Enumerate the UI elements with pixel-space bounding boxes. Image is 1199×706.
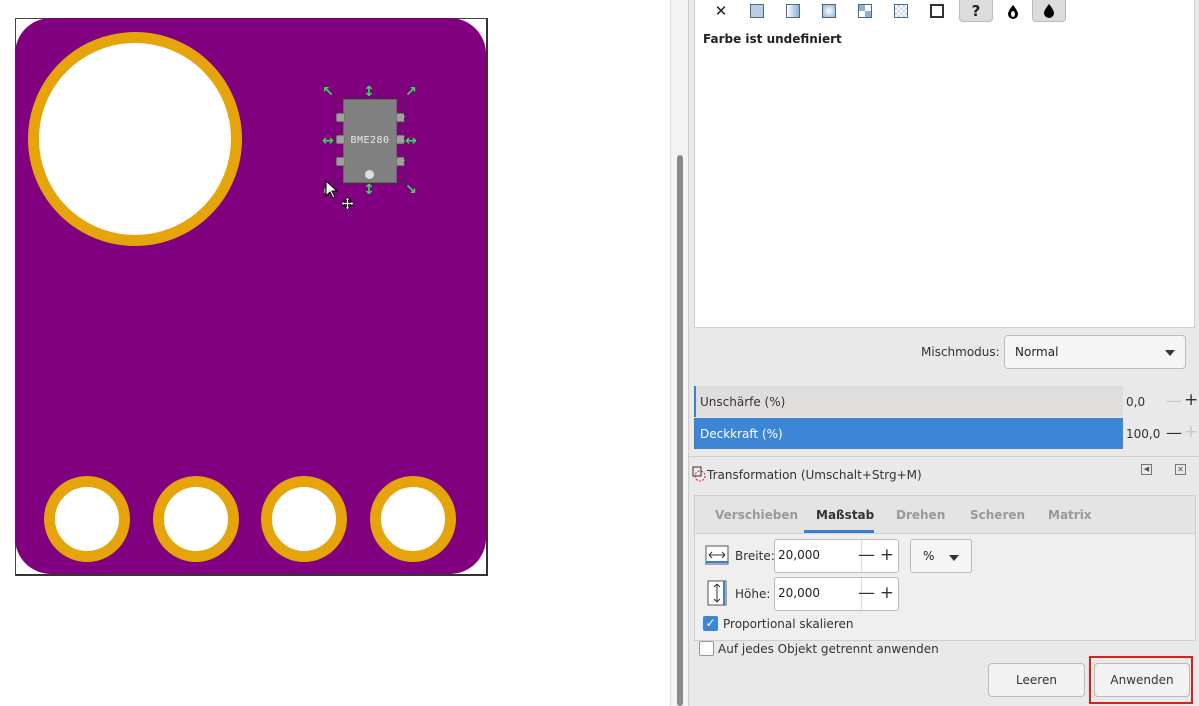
scale-handle-se[interactable]: ↘ <box>404 183 418 197</box>
question-icon: ? <box>971 1 981 20</box>
width-icon <box>705 545 729 565</box>
width-value: 20,000 <box>778 548 820 562</box>
radial-gradient-button[interactable] <box>815 0 843 22</box>
apply-separately-label: Auf jedes Objekt getrennt anwenden <box>718 642 939 656</box>
collapse-dock-icon[interactable]: ◀ <box>1141 464 1152 475</box>
evenodd-drop-icon <box>1008 4 1018 19</box>
dropdown-caret-icon <box>949 555 959 561</box>
opacity-increment-button[interactable]: + <box>1184 422 1198 442</box>
apply-separately-checkbox[interactable] <box>699 641 714 656</box>
height-input[interactable]: 20,000 — + <box>774 577 899 611</box>
active-tab-indicator <box>804 530 874 533</box>
opacity-slider[interactable]: Deckkraft (%) <box>694 418 1123 449</box>
scrollbar-thumb[interactable] <box>677 155 683 706</box>
tab-rotate[interactable]: Drehen <box>896 508 945 522</box>
no-paint-button[interactable]: ✕ <box>707 0 735 22</box>
flat-color-icon <box>750 4 764 18</box>
swatch-icon <box>930 4 944 18</box>
radial-gradient-icon <box>822 4 836 18</box>
fill-rule-nonzero-button[interactable] <box>1032 0 1066 22</box>
close-icon[interactable]: ✕ <box>1175 464 1186 475</box>
pin-pad-2[interactable] <box>153 476 239 562</box>
transform-icon <box>692 466 706 482</box>
width-input[interactable]: 20,000 — + <box>774 539 899 573</box>
linear-gradient-button[interactable] <box>779 0 807 22</box>
proportional-label: Proportional skalieren <box>723 617 854 631</box>
pattern-icon <box>894 4 908 18</box>
width-decrement-button[interactable]: — <box>858 545 875 565</box>
scale-handle-nw[interactable]: ↖ <box>321 85 335 99</box>
unset-paint-button[interactable]: ? <box>959 0 993 22</box>
opacity-decrement-button[interactable]: — <box>1166 423 1182 442</box>
dock-separator <box>689 456 1199 457</box>
transform-tabs: Verschieben Maßstab Drehen Scheren Matri… <box>695 496 1195 534</box>
swatch-button[interactable] <box>923 0 951 22</box>
tab-move[interactable]: Verschieben <box>715 508 798 522</box>
pin-pad-3[interactable] <box>261 476 347 562</box>
selection-bbox <box>335 98 405 184</box>
width-increment-button[interactable]: + <box>880 545 894 565</box>
mesh-gradient-button[interactable] <box>851 0 879 22</box>
proportional-checkbox[interactable]: ✓ <box>703 616 718 631</box>
blur-spinner[interactable]: Unschärfe (%) 0,0 — + <box>694 386 1198 418</box>
mouse-pointer-icon <box>325 180 339 199</box>
pattern-button[interactable] <box>887 0 915 22</box>
scale-handle-w[interactable]: ↔ <box>321 134 335 148</box>
width-label: Breite: <box>735 549 775 563</box>
height-decrement-button[interactable]: — <box>858 583 875 603</box>
tab-skew[interactable]: Scheren <box>970 508 1025 522</box>
scale-handle-n[interactable]: ↕ <box>362 85 376 99</box>
apply-button-highlight <box>1089 656 1193 704</box>
blend-mode-dropdown[interactable]: Normal <box>1004 335 1186 369</box>
move-cursor-icon <box>340 196 355 211</box>
tab-scale[interactable]: Maßstab <box>816 508 874 522</box>
height-value: 20,000 <box>778 586 820 600</box>
mounting-hole[interactable] <box>28 32 242 246</box>
fill-paint-panel: ✕ ? Farbe ist undefiniert <box>694 0 1195 328</box>
height-label: Höhe: <box>735 587 771 601</box>
transform-panel: Verschieben Maßstab Drehen Scheren Matri… <box>694 495 1196 641</box>
pin-pad-4[interactable] <box>370 476 456 562</box>
scale-handle-e[interactable]: ↔ <box>404 134 418 148</box>
mesh-gradient-icon <box>858 4 872 18</box>
blur-decrement-button[interactable]: — <box>1166 391 1182 410</box>
blur-slider[interactable]: Unschärfe (%) <box>694 386 1123 417</box>
drawing-canvas[interactable]: BME280 ↖ ↕ ↗ ↔ ↔ ↙ ↕ ↘ <box>0 0 670 706</box>
pin-pad-1[interactable] <box>44 476 130 562</box>
opacity-spinner[interactable]: Deckkraft (%) 100,0 — + <box>694 418 1198 450</box>
flat-color-button[interactable] <box>743 0 771 22</box>
transform-dialog-title: Transformation (Umschalt+Strg+M) <box>707 468 922 482</box>
height-icon <box>707 580 727 606</box>
linear-gradient-icon <box>786 4 800 18</box>
clear-button[interactable]: Leeren <box>988 663 1085 697</box>
dropdown-caret-icon <box>1165 350 1175 356</box>
height-increment-button[interactable]: + <box>880 583 894 603</box>
unit-dropdown[interactable]: % <box>910 539 972 573</box>
scale-handle-s[interactable]: ↕ <box>362 183 376 197</box>
x-icon: ✕ <box>714 2 728 20</box>
blur-value[interactable]: 0,0 <box>1126 395 1145 409</box>
unit-value: % <box>923 549 935 563</box>
scale-handle-ne[interactable]: ↗ <box>404 85 418 99</box>
blend-mode-value: Normal <box>1015 345 1059 359</box>
canvas-scrollbar[interactable] <box>670 0 688 706</box>
tab-matrix[interactable]: Matrix <box>1048 508 1092 522</box>
blur-increment-button[interactable]: + <box>1184 390 1198 410</box>
nonzero-drop-icon <box>1044 4 1054 18</box>
opacity-value[interactable]: 100,0 <box>1126 427 1160 441</box>
fill-rule-evenodd-button[interactable] <box>999 0 1027 22</box>
fill-status-text: Farbe ist undefiniert <box>703 32 842 46</box>
dock-panel: ✕ ? Farbe ist undefiniert Mischmodus: No… <box>688 0 1199 706</box>
blend-mode-label: Mischmodus: <box>921 345 1000 359</box>
